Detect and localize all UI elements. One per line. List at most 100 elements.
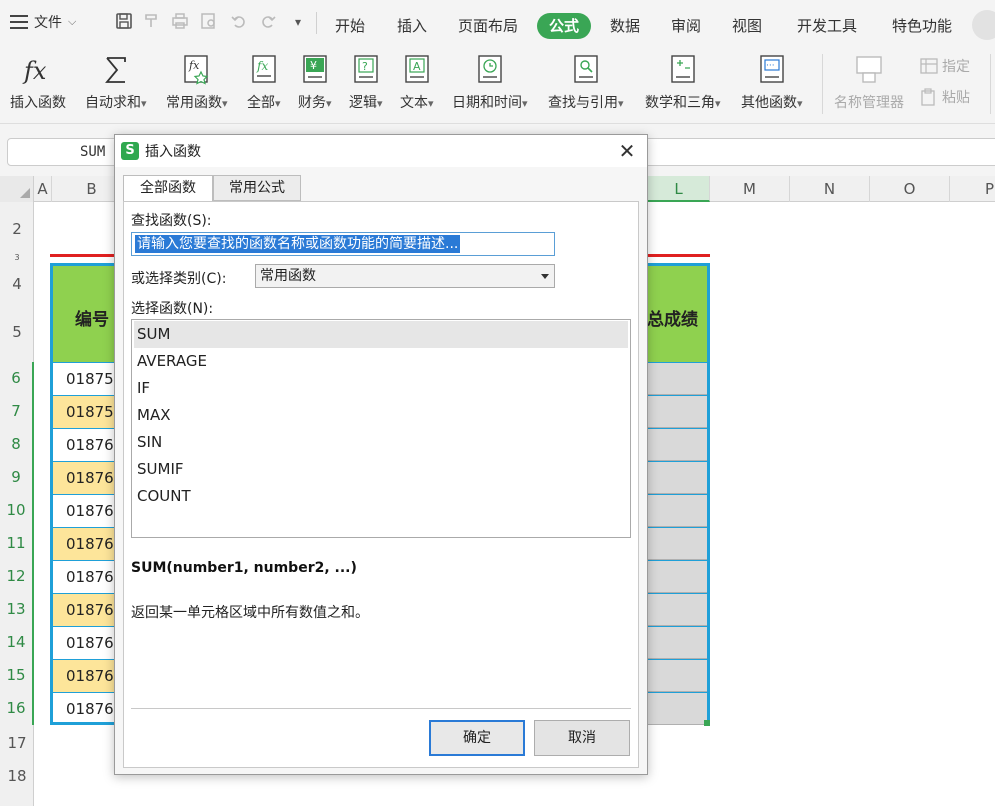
print-preview-icon[interactable]: [199, 12, 219, 32]
text-functions-label: 文本: [400, 95, 428, 111]
header-id-cell[interactable]: 编号: [75, 305, 109, 330]
function-list-item[interactable]: MAX: [134, 402, 628, 429]
column-header-n[interactable]: N: [790, 176, 870, 202]
row-header[interactable]: 5: [0, 323, 34, 341]
function-list-item[interactable]: COUNT: [134, 483, 628, 510]
close-icon[interactable]: ✕: [615, 139, 639, 163]
print-icon[interactable]: [170, 12, 190, 32]
function-list[interactable]: SUM AVERAGE IF MAX SIN SUMIF COUNT: [131, 319, 631, 538]
ok-button[interactable]: 确定: [429, 720, 525, 756]
tab-special[interactable]: 特色功能: [880, 13, 964, 39]
tab-all-functions[interactable]: 全部函数: [123, 175, 213, 202]
cancel-button[interactable]: 取消: [534, 720, 630, 756]
logical-button[interactable]: ? 逻辑▾: [349, 52, 383, 112]
row-header[interactable]: 4: [0, 275, 34, 293]
more-book-icon: ···: [758, 52, 786, 88]
paste-name-button[interactable]: 粘贴: [920, 87, 970, 107]
column-header-a[interactable]: A: [34, 176, 52, 202]
dialog-title-bar[interactable]: S 插入函数 ✕: [115, 135, 647, 167]
math-trig-button[interactable]: 数学和三角▾: [645, 52, 721, 112]
tab-formulas[interactable]: 公式: [537, 13, 592, 39]
chevron-down-icon: ▾: [222, 97, 228, 110]
insert-function-button[interactable]: fx 插入函数: [10, 52, 66, 112]
function-list-item[interactable]: AVERAGE: [134, 348, 628, 375]
fx-icon: fx: [21, 52, 55, 88]
tab-developer[interactable]: 开发工具: [785, 13, 869, 39]
total-cell[interactable]: [645, 528, 707, 560]
total-cell[interactable]: [645, 627, 707, 659]
all-functions-button[interactable]: fx 全部▾: [247, 52, 281, 112]
chevron-down-icon: ▾: [377, 97, 383, 110]
format-painter-icon[interactable]: [142, 12, 162, 32]
row-header[interactable]: 15: [0, 659, 34, 692]
row-header[interactable]: 7: [0, 395, 34, 428]
financial-button[interactable]: ¥ 财务▾: [298, 52, 332, 112]
common-functions-button[interactable]: fx 常用函数▾: [166, 52, 228, 112]
total-cell[interactable]: [645, 495, 707, 527]
function-list-item[interactable]: SIN: [134, 429, 628, 456]
fill-handle[interactable]: [704, 720, 710, 726]
save-icon[interactable]: [114, 12, 134, 32]
total-cell[interactable]: [645, 396, 707, 428]
category-select[interactable]: 常用函数: [255, 264, 555, 288]
tab-view[interactable]: 视图: [720, 13, 774, 39]
column-header-l[interactable]: L: [648, 176, 710, 202]
row-header[interactable]: 14: [0, 626, 34, 659]
total-cell[interactable]: [645, 594, 707, 626]
tab-home[interactable]: 开始: [323, 13, 377, 39]
row-header[interactable]: 16: [0, 692, 34, 725]
chevron-down-icon: ▾: [275, 97, 281, 110]
total-cell[interactable]: [645, 561, 707, 593]
row-header[interactable]: 12: [0, 560, 34, 593]
total-cell[interactable]: [645, 363, 707, 395]
ribbon-tab-bar: 文件 ⌵ ▾ 开始 插入 页面布局 公式 数据 审阅 视图 开发工具 特色功能: [0, 0, 995, 44]
row-header[interactable]: 17: [0, 734, 34, 752]
column-header-p[interactable]: P: [950, 176, 995, 202]
redo-icon[interactable]: [258, 12, 278, 32]
column-header-m[interactable]: M: [710, 176, 790, 202]
row-header[interactable]: 13: [0, 593, 34, 626]
function-list-item[interactable]: SUMIF: [134, 456, 628, 483]
row-header[interactable]: 9: [0, 461, 34, 494]
undo-icon[interactable]: [229, 12, 249, 32]
row-header[interactable]: 3: [0, 253, 34, 262]
tab-data[interactable]: 数据: [598, 13, 652, 39]
tab-review[interactable]: 审阅: [659, 13, 713, 39]
total-cell[interactable]: [645, 660, 707, 692]
lookup-reference-button[interactable]: 查找与引用▾: [548, 52, 624, 112]
tab-page-layout[interactable]: 页面布局: [446, 13, 530, 39]
toolbar-divider: [990, 54, 991, 114]
customize-dropdown-icon[interactable]: ▾: [288, 12, 308, 32]
total-cell[interactable]: [645, 693, 707, 725]
svg-text:···: ···: [766, 61, 775, 71]
search-icon[interactable]: [972, 10, 995, 40]
file-menu[interactable]: 文件 ⌵: [10, 10, 76, 34]
function-list-item[interactable]: SUM: [134, 321, 628, 348]
column-header-o[interactable]: O: [870, 176, 950, 202]
formula-input[interactable]: [640, 138, 995, 166]
total-cell[interactable]: [645, 429, 707, 461]
row-header[interactable]: 6: [0, 362, 34, 395]
search-function-input[interactable]: 请输入您要查找的函数名称或函数功能的简要描述...: [131, 232, 555, 256]
total-cell[interactable]: [645, 462, 707, 494]
row-header[interactable]: 18: [0, 767, 34, 785]
svg-text:fx: fx: [256, 59, 268, 73]
chevron-down-icon: ▾: [797, 97, 803, 110]
header-total-cell[interactable]: 总成绩: [647, 305, 698, 330]
autosum-button[interactable]: 自动求和▾: [85, 52, 147, 112]
date-time-button[interactable]: 日期和时间▾: [452, 52, 528, 112]
common-functions-label: 常用函数: [166, 95, 222, 111]
text-functions-button[interactable]: A 文本▾: [400, 52, 434, 112]
more-functions-button[interactable]: ··· 其他函数▾: [741, 52, 803, 112]
tab-insert[interactable]: 插入: [385, 13, 439, 39]
insert-function-dialog: S 插入函数 ✕ 全部函数 常用公式 查找函数(S): 请输入您要查找的函数名称…: [114, 134, 648, 775]
function-list-item[interactable]: IF: [134, 375, 628, 402]
name-manager-button[interactable]: 名称管理器: [834, 52, 904, 112]
define-name-button[interactable]: 指定: [920, 56, 970, 76]
row-header[interactable]: 11: [0, 527, 34, 560]
row-header[interactable]: 2: [0, 220, 34, 238]
row-header[interactable]: 10: [0, 494, 34, 527]
row-header[interactable]: 8: [0, 428, 34, 461]
category-label: 或选择类别(C):: [131, 271, 227, 287]
tab-common-formulas[interactable]: 常用公式: [213, 175, 301, 201]
